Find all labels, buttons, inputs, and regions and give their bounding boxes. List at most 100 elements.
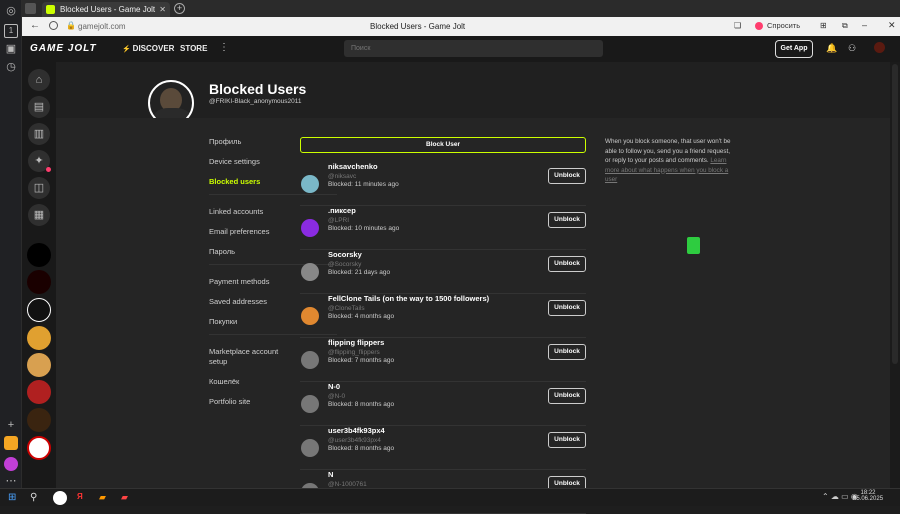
add-icon[interactable]: + <box>4 418 18 432</box>
yandex-icon[interactable]: Я <box>77 492 83 501</box>
get-app-button[interactable]: Get App <box>775 40 813 58</box>
blocked-user-avatar[interactable] <box>301 351 319 369</box>
menu-purchases[interactable]: Покупки <box>209 317 237 326</box>
menu-wallet[interactable]: Кошелёк <box>209 377 239 386</box>
blocked-user-name[interactable]: Socorsky <box>328 250 362 259</box>
blocked-user-name[interactable]: niksavchenko <box>328 162 378 171</box>
close-icon[interactable]: ✕ <box>159 2 166 17</box>
store-icon[interactable]: ▤ <box>28 96 50 118</box>
yandex-button-icon[interactable] <box>49 21 58 30</box>
menu-portfolio-site[interactable]: Portfolio site <box>209 397 250 406</box>
unblock-button[interactable]: Unblock <box>548 432 586 448</box>
community-avatar-7[interactable] <box>27 436 51 460</box>
twitch-icon[interactable]: ◫ <box>28 177 50 199</box>
menu-password[interactable]: Пароль <box>209 247 235 256</box>
search-input[interactable] <box>344 40 603 57</box>
blocked-user-handle[interactable]: @flipping_flippers <box>328 349 380 356</box>
nav-store[interactable]: STORE <box>180 44 207 53</box>
blocked-user-name[interactable]: user3b4fk93px4 <box>328 426 385 435</box>
menu-linked-accounts[interactable]: Linked accounts <box>209 207 263 216</box>
community-avatar-6[interactable] <box>27 408 51 432</box>
blocked-user-handle[interactable]: @CloneTails <box>328 305 365 312</box>
search-icon[interactable]: ⚲ <box>30 492 37 503</box>
menu-marketplace-setup[interactable]: Marketplace account setup <box>209 347 289 367</box>
browser-tab[interactable]: Blocked Users - Game Jolt ✕ <box>42 2 170 17</box>
downloads-icon[interactable]: ⧉ <box>842 21 848 31</box>
blocked-user-handle[interactable]: @niksavc <box>328 173 356 180</box>
user-avatar-icon[interactable] <box>874 42 885 53</box>
blocked-user-avatar[interactable] <box>301 175 319 193</box>
blocked-user-handle[interactable]: @N-1000761 <box>328 481 367 488</box>
friends-icon[interactable]: ⚇ <box>848 43 856 54</box>
community-avatar-3[interactable] <box>27 326 51 350</box>
menu-device-settings[interactable]: Device settings <box>209 157 260 166</box>
tab-count-badge[interactable]: 1 <box>4 24 18 38</box>
menu-profile[interactable]: Профиль <box>209 137 241 146</box>
blocked-user-avatar[interactable] <box>301 307 319 325</box>
blocked-user-handle[interactable]: @N-0 <box>328 393 345 400</box>
blocked-user-name[interactable]: FellClone Tails (on the way to 1500 foll… <box>328 294 489 303</box>
alice-icon[interactable] <box>4 457 18 471</box>
notification-dot <box>46 167 51 172</box>
blocked-user-row: Socorsky @Socorsky Blocked: 21 days ago Unb… <box>300 250 586 294</box>
unblock-button[interactable]: Unblock <box>548 212 586 228</box>
bell-icon[interactable]: 🔔 <box>826 43 837 54</box>
blocked-user-name[interactable]: flipping flippers <box>328 338 384 347</box>
blocked-user-name[interactable]: N-0 <box>328 382 340 391</box>
blocked-user-name[interactable]: .пиксер <box>328 206 356 215</box>
menu-saved-addresses[interactable]: Saved addresses <box>209 297 267 306</box>
url-text[interactable]: gamejolt.com <box>78 22 126 31</box>
browser-menu-icon[interactable]: ◎ <box>4 4 18 18</box>
yandex-browser-icon[interactable] <box>53 491 67 505</box>
folder-icon[interactable]: ▰ <box>99 492 106 503</box>
new-tab-icon[interactable]: + <box>174 3 185 14</box>
tab-strip-icon[interactable] <box>25 3 36 14</box>
blocked-user-handle[interactable]: @user3b4fk93px4 <box>328 437 381 444</box>
unblock-button[interactable]: Unblock <box>548 344 586 360</box>
unblock-button[interactable]: Unblock <box>548 388 586 404</box>
clock[interactable]: 18:22 05.06.2025 <box>853 490 883 502</box>
close-window-icon[interactable]: ✕ <box>888 20 896 31</box>
collections-icon[interactable]: ▣ <box>4 42 18 56</box>
yandex-app-icon[interactable] <box>4 436 18 450</box>
nav-discover[interactable]: ⚡ DISCOVER <box>122 44 174 53</box>
tab-title: Blocked Users - Game Jolt <box>60 5 156 14</box>
blocked-user-avatar[interactable] <box>301 439 319 457</box>
browser-address-bar: ← 🔒 gamejolt.com Blocked Users - Game Jo… <box>22 17 900 36</box>
gamejolt-logo[interactable]: GAME JOLT <box>30 43 97 54</box>
menu-payment-methods[interactable]: Payment methods <box>209 277 269 286</box>
windows-start-icon[interactable]: ⊞ <box>8 492 16 503</box>
community-avatar-2[interactable] <box>27 270 51 294</box>
library-icon[interactable]: ▦ <box>28 204 50 226</box>
translate-icon[interactable]: ⊞ <box>820 21 827 30</box>
more-icon[interactable]: ⋯ <box>4 474 18 488</box>
file-icon[interactable] <box>687 237 700 254</box>
inventory-icon[interactable]: ▥ <box>28 123 50 145</box>
blocked-user-avatar[interactable] <box>301 263 319 281</box>
page-scrollbar[interactable] <box>890 62 900 488</box>
blocked-user-name[interactable]: N <box>328 470 333 479</box>
community-avatar-gamejolt[interactable] <box>27 298 51 322</box>
community-avatar-5[interactable] <box>27 380 51 404</box>
more-vertical-icon[interactable]: ⋮ <box>219 42 229 53</box>
block-user-button[interactable]: Block User <box>300 137 586 153</box>
home-icon[interactable]: ⌂ <box>28 69 50 91</box>
scrollbar-thumb[interactable] <box>892 64 898 364</box>
minimize-icon[interactable]: – <box>862 20 867 30</box>
blocked-user-handle[interactable]: @LPRI <box>328 217 349 224</box>
menu-email-preferences[interactable]: Email preferences <box>209 227 269 236</box>
blocked-user-handle[interactable]: @Socorsky <box>328 261 361 268</box>
app-icon[interactable]: ▰ <box>121 492 128 503</box>
unblock-button[interactable]: Unblock <box>548 300 586 316</box>
bookmark-icon[interactable]: ❏ <box>734 21 741 30</box>
unblock-button[interactable]: Unblock <box>548 256 586 272</box>
community-avatar-4[interactable] <box>27 353 51 377</box>
community-avatar-1[interactable] <box>27 243 51 267</box>
history-icon[interactable]: ◷ <box>4 60 18 74</box>
ask-button[interactable]: Спросить <box>755 20 813 32</box>
blocked-user-avatar[interactable] <box>301 395 319 413</box>
back-icon[interactable]: ← <box>30 20 40 31</box>
menu-blocked-users[interactable]: Blocked users <box>209 177 260 186</box>
blocked-user-avatar[interactable] <box>301 219 319 237</box>
unblock-button[interactable]: Unblock <box>548 168 586 184</box>
